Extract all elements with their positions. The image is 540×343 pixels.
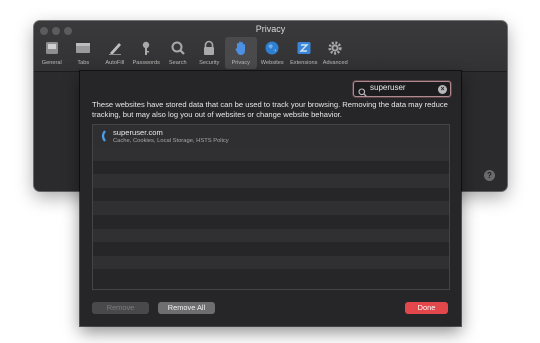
search-field[interactable]: superuser × xyxy=(353,81,451,97)
empty-row xyxy=(93,161,449,175)
tab-autofill[interactable]: AutoFill xyxy=(99,37,131,69)
globe-icon xyxy=(263,39,281,57)
tab-label: Websites xyxy=(260,60,284,66)
empty-row xyxy=(93,269,449,283)
tab-label: Tabs xyxy=(77,60,90,66)
website-name: superuser.com xyxy=(113,128,163,137)
window-title: Privacy xyxy=(255,24,286,34)
tab-advanced[interactable]: Advanced xyxy=(320,37,352,69)
empty-row xyxy=(93,201,449,215)
help-button[interactable]: ? xyxy=(484,170,495,181)
empty-row xyxy=(93,188,449,202)
tab-label: Extensions xyxy=(290,60,318,66)
empty-row xyxy=(93,228,449,243)
tab-label: General xyxy=(41,60,62,66)
empty-row xyxy=(93,242,449,256)
empty-row xyxy=(93,174,449,188)
empty-row xyxy=(93,255,449,270)
puzzle-icon xyxy=(295,39,313,57)
website-data-sheet: superuser × These websites have stored d… xyxy=(80,71,461,326)
tab-label: AutoFill xyxy=(105,60,125,66)
website-data-types: Cache, Cookies, Local Storage, HSTS Poli… xyxy=(113,138,229,144)
done-button[interactable]: Done xyxy=(405,302,448,314)
tab-security[interactable]: Security xyxy=(194,37,226,69)
preferences-toolbar: General Tabs AutoFill Passwords Search S… xyxy=(36,37,351,69)
lock-icon xyxy=(200,39,218,57)
remove-all-button[interactable]: Remove All xyxy=(158,302,215,314)
tab-label: Advanced xyxy=(322,60,348,66)
list-item[interactable]: superuser.com Cache, Cookies, Local Stor… xyxy=(93,125,449,147)
tab-passwords[interactable]: Passwords xyxy=(131,37,163,69)
sheet-description: These websites have stored data that can… xyxy=(92,100,448,119)
general-icon xyxy=(43,39,61,57)
tab-label: Search xyxy=(168,60,187,66)
tab-general[interactable]: General xyxy=(36,37,68,69)
tab-label: Passwords xyxy=(132,60,160,66)
search-icon xyxy=(169,39,187,57)
tabs-icon xyxy=(74,39,92,57)
clear-search-icon[interactable]: × xyxy=(438,84,447,94)
titlebar: Privacy General Tabs AutoFill Passwords … xyxy=(34,21,507,72)
tab-websites[interactable]: Websites xyxy=(257,37,289,69)
search-input-value[interactable]: superuser xyxy=(370,83,406,92)
key-icon xyxy=(137,39,155,57)
site-favicon-icon xyxy=(100,129,108,147)
autofill-icon xyxy=(106,39,124,57)
remove-button[interactable]: Remove xyxy=(92,302,149,314)
empty-row xyxy=(93,215,449,229)
hand-icon xyxy=(232,39,250,57)
website-list[interactable]: superuser.com Cache, Cookies, Local Stor… xyxy=(92,124,450,290)
tab-privacy[interactable]: Privacy xyxy=(225,37,257,69)
tab-label: Security xyxy=(199,60,220,66)
empty-row xyxy=(93,147,449,161)
tab-extensions[interactable]: Extensions xyxy=(288,37,320,69)
gear-icon xyxy=(326,39,344,57)
tab-tabs[interactable]: Tabs xyxy=(68,37,100,69)
tab-label: Privacy xyxy=(231,60,250,66)
tab-search[interactable]: Search xyxy=(162,37,194,69)
